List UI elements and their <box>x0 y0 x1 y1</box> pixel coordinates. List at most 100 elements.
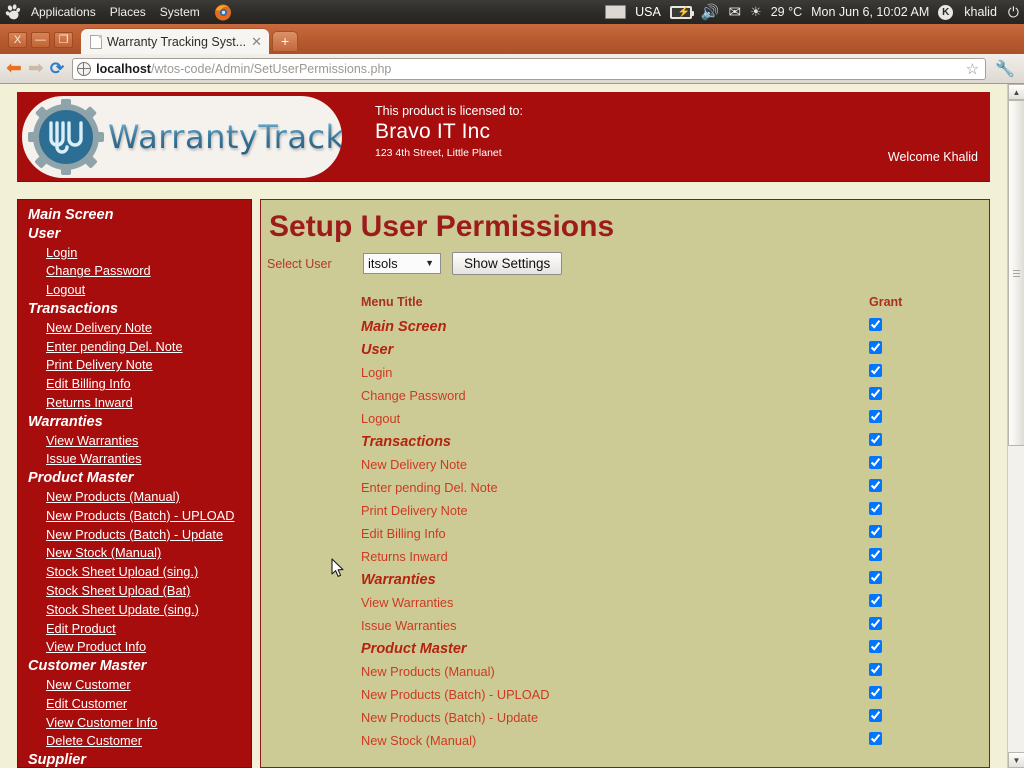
sidebar-item-8[interactable]: Print Delivery Note <box>18 356 251 375</box>
permission-grant-cell <box>869 591 989 614</box>
grant-checkbox[interactable] <box>869 640 882 653</box>
keyboard-indicator-icon[interactable] <box>605 5 626 19</box>
grant-checkbox[interactable] <box>869 364 882 377</box>
sidebar-item-25[interactable]: New Customer <box>18 676 251 695</box>
scrollbar-thumb[interactable] <box>1008 100 1024 446</box>
back-arrow-icon[interactable]: ⬅ <box>6 59 22 78</box>
permission-grant-cell <box>869 361 989 384</box>
star-icon[interactable]: ☆ <box>966 60 981 78</box>
tab-close-icon[interactable]: ✕ <box>251 35 262 48</box>
user-select[interactable]: itsols <box>363 253 441 274</box>
table-row: New Stock (Manual) <box>261 729 989 752</box>
sidebar-item-6[interactable]: New Delivery Note <box>18 319 251 338</box>
firefox-icon[interactable] <box>213 2 235 22</box>
permission-grant-cell <box>869 315 989 338</box>
sidebar-item-28[interactable]: Delete Customer <box>18 732 251 751</box>
permission-grant-cell <box>869 660 989 683</box>
grant-checkbox[interactable] <box>869 594 882 607</box>
sidebar-item-18[interactable]: New Stock (Manual) <box>18 544 251 563</box>
url-host: localhost <box>96 62 151 76</box>
envelope-icon[interactable]: ✉ <box>728 5 741 20</box>
page-favicon-icon <box>90 35 102 49</box>
permission-grant-cell <box>869 430 989 453</box>
browser-tab[interactable]: Warranty Tracking Syst... ✕ <box>81 29 269 54</box>
grant-checkbox[interactable] <box>869 433 882 446</box>
grant-checkbox[interactable] <box>869 732 882 745</box>
menu-places[interactable]: Places <box>103 3 153 21</box>
battery-charging-icon[interactable]: ⚡ <box>670 6 692 19</box>
scroll-up-icon[interactable]: ▲ <box>1008 84 1024 100</box>
sidebar-item-16[interactable]: New Products (Batch) - UPLOAD <box>18 507 251 526</box>
wrench-icon[interactable]: 🔧 <box>992 59 1018 79</box>
clock-label[interactable]: Mon Jun 6, 10:02 AM <box>811 5 929 19</box>
permission-label: Returns Inward <box>261 545 869 568</box>
sidebar-item-12[interactable]: View Warranties <box>18 432 251 451</box>
menu-system[interactable]: System <box>153 3 207 21</box>
sidebar-item-10[interactable]: Returns Inward <box>18 394 251 413</box>
search-input[interactable]: localhost/wtos-code/Admin/SetUserPermiss… <box>72 58 986 80</box>
sidebar-item-17[interactable]: New Products (Batch) - Update <box>18 526 251 545</box>
close-window-button[interactable]: X <box>8 32 27 48</box>
sidebar-group-14: Product Master <box>18 469 251 488</box>
permission-label: Print Delivery Note <box>261 499 869 522</box>
table-row: Returns Inward <box>261 545 989 568</box>
permission-label: New Products (Batch) - Update <box>261 706 869 729</box>
permission-grant-cell <box>869 499 989 522</box>
grant-checkbox[interactable] <box>869 479 882 492</box>
grant-checkbox[interactable] <box>869 456 882 469</box>
sidebar-item-22[interactable]: Edit Product <box>18 620 251 639</box>
grant-checkbox[interactable] <box>869 571 882 584</box>
sidebar-item-23[interactable]: View Product Info <box>18 638 251 657</box>
sidebar-item-3[interactable]: Change Password <box>18 262 251 281</box>
panel-status-area: USA ⚡ 🔊 ✉ ☀ 29 °C Mon Jun 6, 10:02 AM K … <box>605 0 1022 24</box>
table-row: Warranties <box>261 568 989 591</box>
grant-checkbox[interactable] <box>869 663 882 676</box>
sidebar-item-9[interactable]: Edit Billing Info <box>18 375 251 394</box>
company-name: Bravo IT Inc <box>375 120 523 144</box>
forward-arrow-icon[interactable]: ➡ <box>28 59 44 78</box>
restore-window-button[interactable]: ❐ <box>54 32 73 48</box>
grant-checkbox[interactable] <box>869 387 882 400</box>
permissions-body: Main ScreenUserLoginChange PasswordLogou… <box>261 315 989 752</box>
grant-checkbox[interactable] <box>869 410 882 423</box>
sidebar-item-2[interactable]: Login <box>18 244 251 263</box>
sidebar-item-19[interactable]: Stock Sheet Upload (sing.) <box>18 563 251 582</box>
grant-checkbox[interactable] <box>869 525 882 538</box>
keyboard-language-label[interactable]: USA <box>635 5 661 19</box>
grant-checkbox[interactable] <box>869 341 882 354</box>
sidebar-item-21[interactable]: Stock Sheet Update (sing.) <box>18 601 251 620</box>
tab-bar: X — ❐ Warranty Tracking Syst... ✕ + <box>0 24 1024 54</box>
show-settings-button[interactable]: Show Settings <box>452 252 562 275</box>
permissions-header-row: Menu Title Grant <box>261 295 989 315</box>
grant-checkbox[interactable] <box>869 686 882 699</box>
new-tab-button[interactable]: + <box>272 31 298 52</box>
url-path: /wtos-code/Admin/SetUserPermissions.php <box>151 62 391 76</box>
sidebar-item-27[interactable]: View Customer Info <box>18 714 251 733</box>
temperature-label[interactable]: 29 °C <box>771 5 802 19</box>
permission-label: New Stock (Manual) <box>261 729 869 752</box>
scrollbar-track[interactable] <box>1008 100 1024 752</box>
username-label[interactable]: khalid <box>964 5 997 19</box>
sidebar-item-13[interactable]: Issue Warranties <box>18 450 251 469</box>
sidebar-item-20[interactable]: Stock Sheet Upload (Bat) <box>18 582 251 601</box>
permission-grant-cell <box>869 614 989 637</box>
minimize-window-button[interactable]: — <box>31 32 50 48</box>
sidebar-item-7[interactable]: Enter pending Del. Note <box>18 338 251 357</box>
vertical-scrollbar[interactable]: ▲ ▼ <box>1007 84 1024 768</box>
sidebar-item-15[interactable]: New Products (Manual) <box>18 488 251 507</box>
navigation-toolbar: ⬅ ➡ ⟳ localhost/wtos-code/Admin/SetUserP… <box>0 54 1024 84</box>
reload-icon[interactable]: ⟳ <box>50 59 64 79</box>
scroll-down-icon[interactable]: ▼ <box>1008 752 1024 768</box>
grant-checkbox[interactable] <box>869 709 882 722</box>
sidebar-item-4[interactable]: Logout <box>18 281 251 300</box>
permission-grant-cell <box>869 453 989 476</box>
speaker-icon[interactable]: 🔊 <box>701 5 720 20</box>
grant-checkbox[interactable] <box>869 548 882 561</box>
grant-checkbox[interactable] <box>869 617 882 630</box>
menu-applications[interactable]: Applications <box>24 3 103 21</box>
grant-checkbox[interactable] <box>869 318 882 331</box>
gnome-foot-icon[interactable] <box>4 3 22 21</box>
grant-checkbox[interactable] <box>869 502 882 515</box>
sidebar-item-26[interactable]: Edit Customer <box>18 695 251 714</box>
power-icon[interactable]: ⏻ <box>1008 4 1019 21</box>
